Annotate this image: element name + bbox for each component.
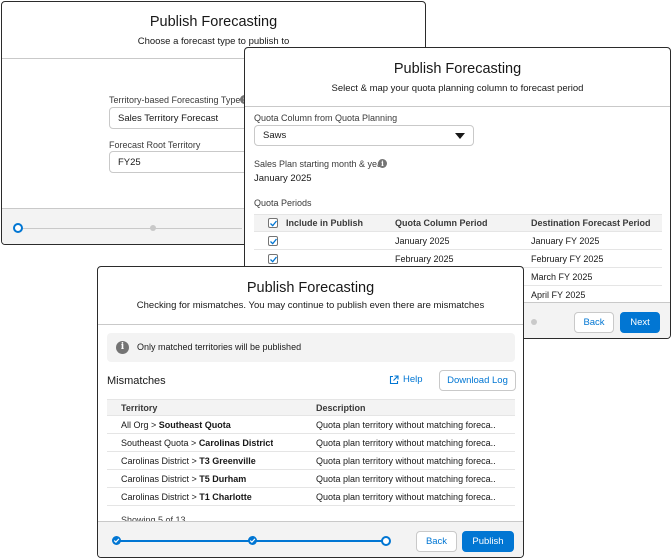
row-divider xyxy=(107,505,515,506)
progress-step-upcoming[interactable] xyxy=(531,319,537,325)
mismatch-table-header xyxy=(107,399,515,416)
progress-step-current[interactable] xyxy=(381,536,391,546)
territory-cell: Southeast Quota > Carolinas District xyxy=(121,438,274,448)
back-button[interactable]: Back xyxy=(574,312,614,333)
forecast-type-field[interactable]: Sales Territory Forecast xyxy=(109,107,249,129)
description-cell: Quota plan territory without matching fo… xyxy=(316,492,496,502)
info-notice: i Only matched territories will be publi… xyxy=(107,333,515,362)
check-icon xyxy=(270,220,277,227)
progress-step-upcoming[interactable] xyxy=(150,225,156,231)
modal-subtitle: Choose a forecast type to publish to xyxy=(137,36,290,47)
description-cell: Quota plan territory without matching fo… xyxy=(316,420,496,430)
col-quota-column-period: Quota Column Period xyxy=(395,218,488,228)
row-divider xyxy=(254,249,662,250)
row-divider xyxy=(107,469,515,470)
row-checkbox[interactable] xyxy=(268,254,278,264)
select-all-checkbox[interactable] xyxy=(268,218,278,228)
publish-button[interactable]: Publish xyxy=(462,531,514,552)
check-icon xyxy=(249,538,256,544)
progress-step-complete[interactable] xyxy=(248,536,257,545)
external-link-icon xyxy=(389,374,399,384)
territory-cell: Carolinas District > T3 Greenville xyxy=(121,456,256,466)
destination-period-cell: April FY 2025 xyxy=(531,290,586,300)
quota-periods-label: Quota Periods xyxy=(254,198,312,208)
modal-subtitle: Select & map your quota planning column … xyxy=(331,83,584,94)
row-checkbox[interactable] xyxy=(268,236,278,246)
progress-track xyxy=(20,228,242,229)
quota-column-value: Saws xyxy=(263,130,287,141)
col-destination-forecast-period: Destination Forecast Period xyxy=(531,218,651,228)
destination-period-cell: January FY 2025 xyxy=(531,236,600,246)
chevron-down-icon xyxy=(455,133,465,139)
quota-period-cell: February 2025 xyxy=(395,254,454,264)
row-divider xyxy=(107,433,515,434)
description-cell: Quota plan territory without matching fo… xyxy=(316,474,496,484)
header-divider xyxy=(98,324,523,325)
description-cell: Quota plan territory without matching fo… xyxy=(316,456,496,466)
next-button[interactable]: Next xyxy=(620,312,660,333)
row-divider xyxy=(107,451,515,452)
sales-plan-value: January 2025 xyxy=(254,173,312,184)
modal-title: Publish Forecasting xyxy=(393,61,522,77)
modal-title: Publish Forecasting xyxy=(246,280,375,296)
progress-step-current[interactable] xyxy=(13,223,23,233)
check-icon xyxy=(270,238,277,245)
col-include-in-publish: Include in Publish xyxy=(286,218,364,228)
check-icon xyxy=(113,538,120,544)
col-description: Description xyxy=(316,403,366,413)
check-icon xyxy=(270,256,277,263)
help-link[interactable]: Help xyxy=(389,374,423,385)
sales-plan-label: Sales Plan starting month & year xyxy=(254,159,386,169)
quota-column-label: Quota Column from Quota Planning xyxy=(254,113,398,123)
territory-cell: Carolinas District > T5 Durham xyxy=(121,474,247,484)
info-icon: i xyxy=(116,341,129,354)
destination-period-cell: February FY 2025 xyxy=(531,254,604,264)
back-button[interactable]: Back xyxy=(416,531,457,552)
destination-period-cell: March FY 2025 xyxy=(531,272,593,282)
forecast-root-field[interactable]: FY25 xyxy=(109,151,249,173)
header-divider xyxy=(245,106,670,107)
quota-column-select[interactable]: Saws xyxy=(254,125,474,146)
territory-cell: Carolinas District > T1 Charlotte xyxy=(121,492,252,502)
info-icon[interactable]: i xyxy=(378,159,387,168)
territory-cell: All Org > Southeast Quota xyxy=(121,420,231,430)
row-divider xyxy=(107,487,515,488)
help-label: Help xyxy=(403,374,423,385)
progress-step-complete[interactable] xyxy=(112,536,121,545)
modal-title: Publish Forecasting xyxy=(149,14,278,30)
forecast-type-value: Sales Territory Forecast xyxy=(118,112,219,124)
section-title: Mismatches xyxy=(107,375,166,387)
description-cell: Quota plan territory without matching fo… xyxy=(316,438,496,448)
download-log-button[interactable]: Download Log xyxy=(439,370,516,391)
forecast-type-label: Territory-based Forecasting Type xyxy=(109,95,241,105)
quota-period-cell: January 2025 xyxy=(395,236,450,246)
publish-forecasting-modal-step3: Publish Forecasting Checking for mismatc… xyxy=(97,266,524,558)
modal-footer: Back Publish xyxy=(98,521,523,557)
modal-subtitle: Checking for mismatches. You may continu… xyxy=(136,300,485,311)
forecast-root-label: Forecast Root Territory xyxy=(109,140,201,150)
forecast-root-value: FY25 xyxy=(118,156,141,168)
notice-text: Only matched territories will be publish… xyxy=(137,342,302,352)
col-territory: Territory xyxy=(121,403,158,413)
